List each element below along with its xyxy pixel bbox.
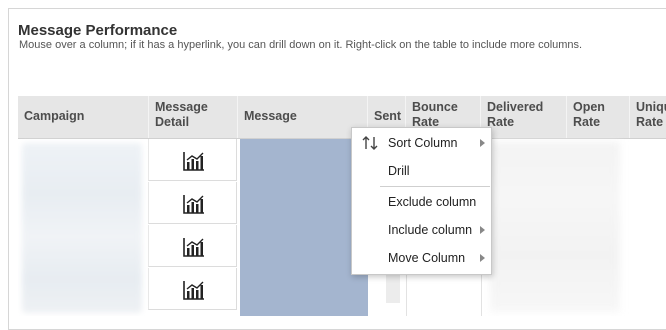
page-title: Message Performance <box>18 22 178 39</box>
column-header-message[interactable]: Message <box>238 96 368 138</box>
message-cells-redacted <box>240 139 368 316</box>
message-detail-cell[interactable] <box>148 139 237 181</box>
column-header-delivered-rate[interactable]: Delivered Rate <box>481 96 567 138</box>
message-detail-cell[interactable] <box>148 182 237 224</box>
column-context-menu: Sort Column Drill Exclude column Include… <box>351 127 492 275</box>
submenu-arrow-icon <box>480 139 485 147</box>
column-header-open-rate[interactable]: Open Rate <box>567 96 630 138</box>
menu-item-include-column[interactable]: Include column <box>352 217 491 243</box>
column-header-message-detail[interactable]: Message Detail <box>149 96 238 138</box>
menu-item-exclude-column[interactable]: Exclude column <box>352 189 491 215</box>
sent-cell <box>386 273 400 303</box>
menu-item-label: Sort Column <box>388 136 458 150</box>
performance-table[interactable]: Campaign Message Detail Message Sent Bou… <box>18 96 666 316</box>
column-header-campaign[interactable]: Campaign <box>18 96 149 138</box>
menu-item-label: Exclude column <box>388 195 477 209</box>
campaign-cells-redacted <box>22 143 142 313</box>
menu-item-label: Include column <box>388 223 473 237</box>
column-header-unique-rate[interactable]: Uniqu Rate <box>630 96 666 138</box>
menu-item-label: Drill <box>388 164 410 178</box>
menu-item-drill[interactable]: Drill <box>352 158 491 184</box>
page-subtitle: Mouse over a column; if it has a hyperli… <box>19 39 583 51</box>
bar-chart-trend-icon[interactable] <box>183 151 205 171</box>
sort-up-down-icon <box>362 136 378 150</box>
submenu-arrow-icon <box>480 254 485 262</box>
bar-chart-trend-icon[interactable] <box>183 237 205 257</box>
rate-cells-redacted <box>490 142 620 312</box>
menu-item-label: Move Column <box>388 251 466 265</box>
menu-item-move-column[interactable]: Move Column <box>352 245 491 271</box>
menu-separator <box>380 186 490 187</box>
table-header: Campaign Message Detail Message Sent Bou… <box>18 96 666 139</box>
message-detail-cell[interactable] <box>148 268 237 310</box>
bar-chart-trend-icon[interactable] <box>183 194 205 214</box>
message-detail-cell[interactable] <box>148 225 237 267</box>
bar-chart-trend-icon[interactable] <box>183 280 205 300</box>
submenu-arrow-icon <box>480 226 485 234</box>
menu-item-sort-column[interactable]: Sort Column <box>352 130 491 156</box>
